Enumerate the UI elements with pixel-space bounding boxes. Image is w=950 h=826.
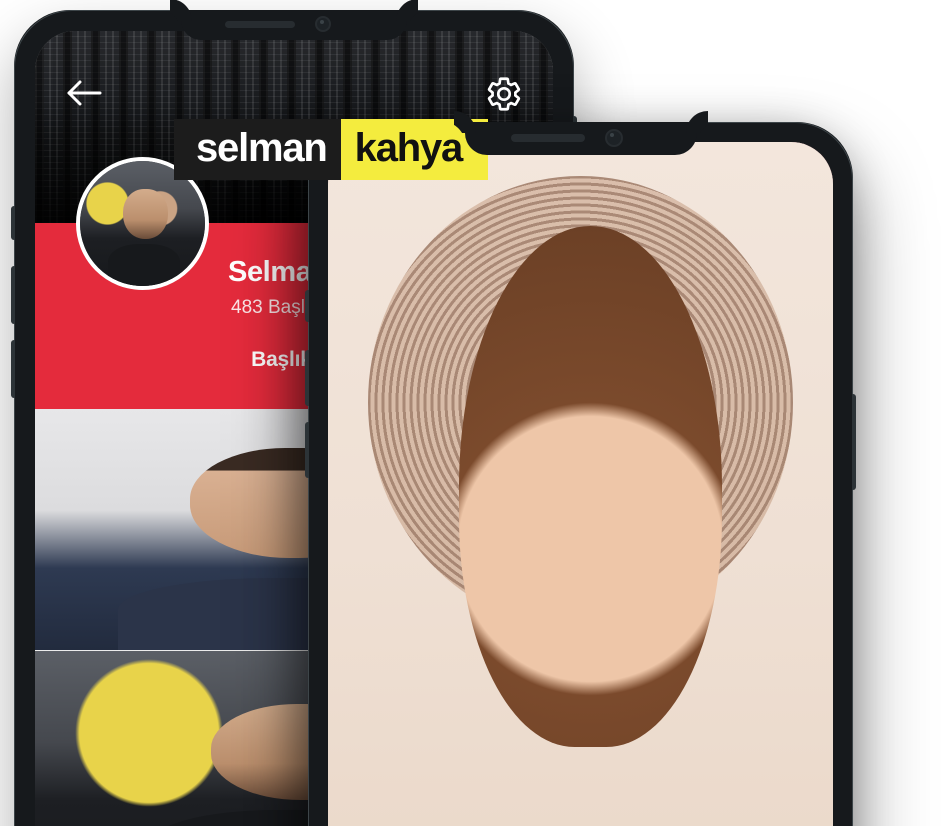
earpiece-speaker-back bbox=[225, 21, 295, 28]
thread-left-column: 194 bbox=[35, 409, 553, 650]
phone-notch-back bbox=[181, 10, 407, 40]
front-camera-front bbox=[604, 129, 623, 147]
settings-button[interactable] bbox=[485, 75, 523, 118]
thread-author-avatar-photo bbox=[35, 409, 553, 650]
brand-logo-first: selman bbox=[174, 119, 341, 180]
arrow-left-icon bbox=[67, 80, 102, 106]
thread-author-avatar-photo bbox=[35, 650, 553, 826]
volume-down-button-front[interactable] bbox=[305, 422, 309, 478]
thread-left-column: 147 bbox=[35, 650, 553, 826]
volume-up-button-back[interactable] bbox=[11, 266, 15, 324]
thread-author-avatar bbox=[35, 409, 553, 650]
volume-down-button-back[interactable] bbox=[11, 340, 15, 398]
comments-section: Yorumlar Merve·9s önce 18 sene boyunca g… bbox=[328, 142, 833, 826]
mute-switch-front[interactable] bbox=[305, 290, 309, 322]
back-button-back-phone[interactable] bbox=[67, 79, 103, 112]
power-button-front[interactable] bbox=[852, 394, 856, 490]
thread-author-avatar bbox=[35, 650, 553, 826]
volume-up-button-front[interactable] bbox=[305, 350, 309, 406]
front-camera-back bbox=[315, 16, 331, 32]
comment-author-avatar-photo bbox=[328, 142, 833, 826]
brand-logo: selman kahya bbox=[174, 119, 489, 180]
phone-notch-front bbox=[464, 122, 697, 155]
comment-item[interactable]: Merve·9s önce 18 sene boyunca gözlemlene… bbox=[328, 142, 833, 826]
screenshot-stage: selman kahya Selman 483 Başlık Başlıklar bbox=[0, 0, 950, 826]
phone-device-front: Selman Kahya 72 bbox=[305, 122, 856, 826]
earpiece-speaker-front bbox=[510, 134, 585, 142]
phone-screen-front: Selman Kahya 72 bbox=[328, 142, 833, 826]
gear-icon bbox=[487, 77, 521, 111]
mute-switch-back[interactable] bbox=[11, 206, 15, 240]
comment-author-avatar bbox=[328, 142, 833, 826]
